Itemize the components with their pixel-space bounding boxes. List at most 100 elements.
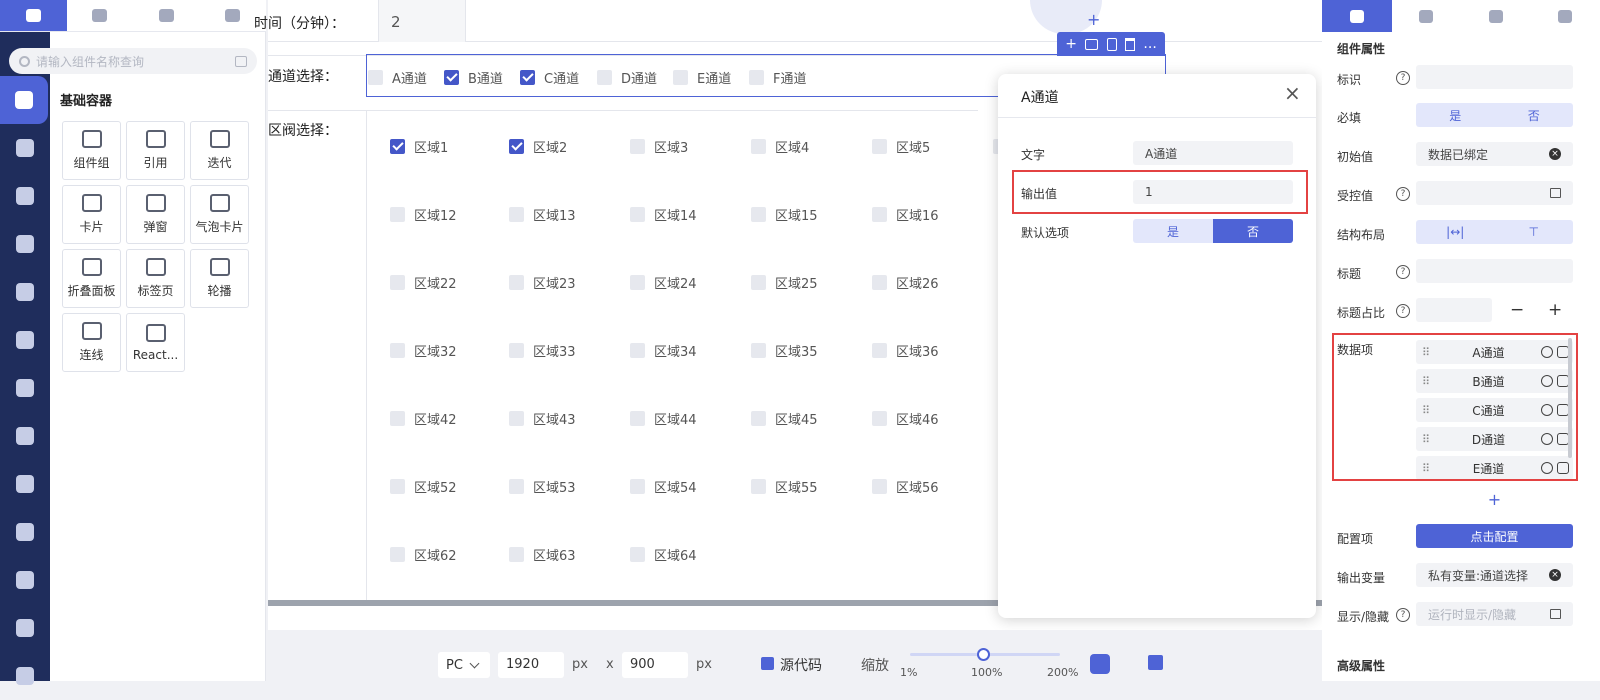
source-code-button[interactable]: 源代码 — [780, 655, 822, 675]
component-tile[interactable]: 标签页 — [126, 249, 185, 308]
help-icon[interactable]: ? — [1396, 304, 1410, 318]
minus-button[interactable]: − — [1510, 300, 1524, 320]
region-checkbox[interactable]: 区域4 — [751, 137, 809, 156]
title-input[interactable] — [1416, 259, 1573, 283]
rail-item-container[interactable] — [0, 76, 48, 124]
help-icon[interactable]: ? — [1396, 187, 1410, 201]
help-icon[interactable]: ? — [1396, 608, 1410, 622]
help-icon[interactable]: ? — [1396, 71, 1410, 85]
tab-widgets[interactable] — [133, 0, 200, 32]
region-checkbox[interactable]: 区域52 — [390, 477, 457, 496]
help-icon[interactable]: ? — [1396, 265, 1410, 279]
region-checkbox[interactable]: 区域35 — [751, 341, 818, 360]
region-checkbox[interactable]: 区域42 — [390, 409, 457, 428]
initial-value-field[interactable]: 数据已绑定× — [1416, 142, 1573, 166]
component-search[interactable]: 请输入组件名称查询 — [9, 48, 257, 74]
channel-checkbox[interactable]: C通道 — [520, 68, 579, 87]
id-input[interactable] — [1416, 65, 1573, 89]
channel-checkbox[interactable]: A通道 — [368, 68, 427, 87]
region-checkbox[interactable]: 区域2 — [509, 137, 567, 156]
rail-item-more[interactable] — [0, 652, 50, 700]
calendar-icon[interactable] — [1550, 188, 1561, 198]
add-icon[interactable]: + — [1087, 10, 1100, 29]
rail-item-pie[interactable] — [0, 220, 50, 268]
panel-scrollbar[interactable] — [1568, 338, 1572, 458]
required-no[interactable]: 否 — [1495, 103, 1574, 127]
rail-item-clipboard[interactable] — [0, 268, 50, 316]
component-tile[interactable]: 折叠面板 — [62, 249, 121, 308]
refresh-icon[interactable] — [1090, 654, 1110, 674]
component-tile[interactable]: 连线 — [62, 313, 121, 372]
config-button[interactable]: 点击配置 — [1416, 524, 1573, 548]
add-item-button[interactable]: + — [1416, 488, 1573, 510]
region-checkbox[interactable]: 区域14 — [630, 205, 697, 224]
required-yes[interactable]: 是 — [1416, 103, 1495, 127]
output-var-field[interactable]: 私有变量:通道选择× — [1416, 563, 1573, 587]
copy-icon[interactable] — [1107, 38, 1117, 51]
channel-checkbox[interactable]: F通道 — [749, 68, 806, 87]
rail-item-cube[interactable] — [0, 460, 50, 508]
move-icon[interactable] — [1085, 39, 1098, 50]
rail-item-server[interactable] — [0, 556, 50, 604]
region-checkbox[interactable]: 区域43 — [509, 409, 576, 428]
grid-icon[interactable] — [1148, 655, 1163, 670]
region-checkbox[interactable]: 区域62 — [390, 545, 457, 564]
channel-checkbox[interactable]: B通道 — [444, 68, 503, 87]
component-tile[interactable]: React... — [126, 313, 185, 372]
region-checkbox[interactable]: 区域46 — [872, 409, 939, 428]
region-checkbox[interactable]: 区域44 — [630, 409, 697, 428]
default-no-option[interactable]: 否 — [1213, 219, 1293, 243]
vertical-layout-icon[interactable]: ⊤ — [1495, 220, 1574, 244]
zoom-slider-thumb[interactable] — [977, 648, 990, 661]
tab-layers[interactable] — [67, 0, 134, 32]
rail-item-layout[interactable] — [0, 604, 50, 652]
region-checkbox[interactable]: 区域32 — [390, 341, 457, 360]
region-checkbox[interactable]: 区域15 — [751, 205, 818, 224]
more-icon[interactable]: ... — [1143, 36, 1156, 52]
region-checkbox[interactable]: 区域16 — [872, 205, 939, 224]
rail-item-video[interactable] — [0, 412, 50, 460]
component-tile[interactable]: 卡片 — [62, 185, 121, 244]
region-checkbox[interactable]: 区域3 — [630, 137, 688, 156]
region-checkbox[interactable]: 区域36 — [872, 341, 939, 360]
region-checkbox[interactable]: 区域26 — [872, 273, 939, 292]
region-checkbox[interactable]: 区域1 — [390, 137, 448, 156]
controlled-input[interactable] — [1416, 181, 1573, 205]
region-checkbox[interactable]: 区域63 — [509, 545, 576, 564]
channel-checkbox[interactable]: E通道 — [673, 68, 731, 87]
rail-item-chart[interactable] — [0, 172, 50, 220]
height-input[interactable]: 900 — [622, 652, 688, 678]
component-tile[interactable]: 轮播 — [190, 249, 249, 308]
component-tile[interactable]: 气泡卡片 — [190, 185, 249, 244]
rail-item-grid[interactable] — [0, 508, 50, 556]
region-checkbox[interactable]: 区域54 — [630, 477, 697, 496]
tab-components[interactable] — [0, 0, 67, 32]
title-ratio-input[interactable] — [1416, 298, 1492, 322]
add-icon[interactable]: + — [1065, 36, 1077, 52]
tab-style[interactable] — [1392, 0, 1462, 32]
width-input[interactable]: 1920 — [498, 652, 564, 678]
rail-item-apps[interactable] — [0, 124, 50, 172]
component-tile[interactable]: 弹窗 — [126, 185, 185, 244]
region-checkbox[interactable]: 区域12 — [390, 205, 457, 224]
region-checkbox[interactable]: 区域34 — [630, 341, 697, 360]
search-input[interactable]: 请输入组件名称查询 — [36, 53, 144, 70]
horizontal-layout-icon[interactable]: |↔| — [1416, 220, 1495, 244]
tab-favorite[interactable] — [1461, 0, 1531, 32]
region-checkbox[interactable]: 区域64 — [630, 545, 697, 564]
rail-item-media[interactable] — [0, 316, 50, 364]
rail-item-location[interactable] — [0, 364, 50, 412]
component-tile[interactable]: 组件组 — [62, 121, 121, 180]
region-checkbox[interactable]: 区域5 — [872, 137, 930, 156]
time-input[interactable]: 2 — [378, 0, 466, 42]
clear-icon[interactable]: × — [1549, 148, 1561, 160]
popup-text-input[interactable]: A通道 — [1133, 141, 1293, 165]
region-checkbox[interactable]: 区域24 — [630, 273, 697, 292]
expand-icon[interactable] — [235, 56, 247, 67]
delete-icon[interactable] — [1125, 38, 1135, 51]
component-tile[interactable]: 引用 — [126, 121, 185, 180]
close-icon[interactable]: × — [1284, 84, 1301, 102]
region-checkbox[interactable]: 区域33 — [509, 341, 576, 360]
region-checkbox[interactable]: 区域45 — [751, 409, 818, 428]
plus-button[interactable]: + — [1548, 300, 1562, 320]
